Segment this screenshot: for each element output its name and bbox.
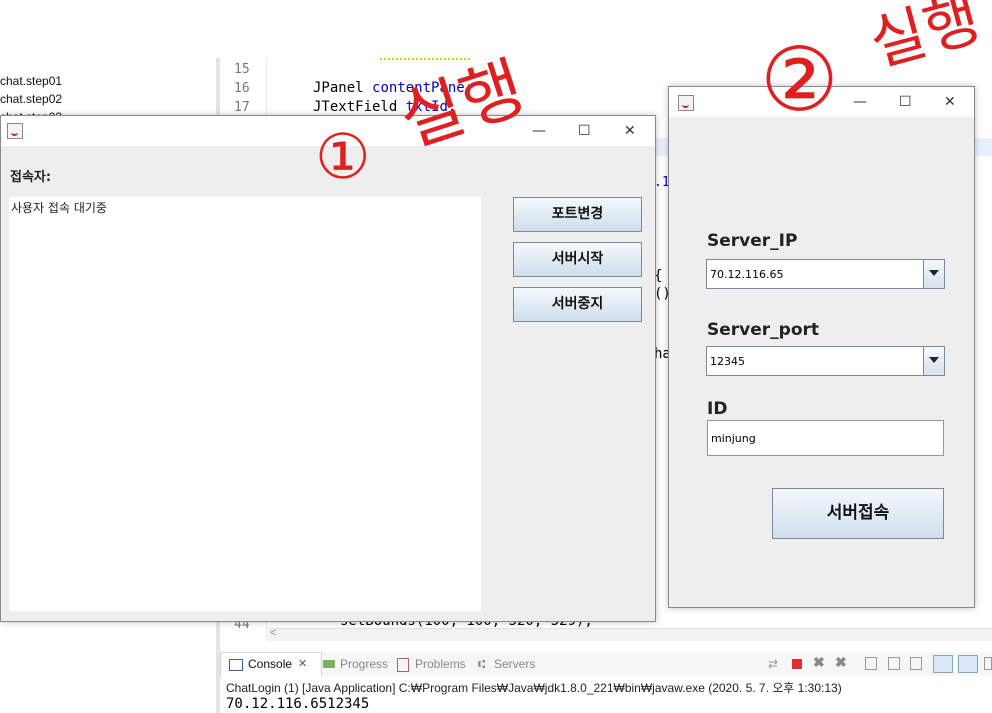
close-icon[interactable]: ✕ xyxy=(624,124,636,138)
remove-launch-icon[interactable]: ✖ xyxy=(813,654,826,670)
progress-icon xyxy=(323,660,335,668)
tab-problems[interactable]: Problems xyxy=(415,657,466,671)
console-tabbar: Console ✕ Progress Problems ⑆ Servers ⇄ … xyxy=(220,652,992,677)
code-type: JPanel xyxy=(313,80,364,96)
tab-console-label: Console xyxy=(248,657,293,671)
tab-progress[interactable]: Progress xyxy=(340,657,388,671)
id-label: ID xyxy=(707,399,728,419)
maximize-icon[interactable]: ☐ xyxy=(578,124,591,138)
connected-users-label: 접속자: xyxy=(10,170,52,185)
servers-icon: ⑆ xyxy=(478,657,486,671)
line-number: 16 xyxy=(234,81,250,96)
problems-icon xyxy=(397,658,409,672)
package-item[interactable]: chat.step02 xyxy=(0,92,62,106)
maximize-icon[interactable]: ☐ xyxy=(899,95,912,109)
link-icon[interactable]: ⇄ xyxy=(768,657,781,671)
console-output: 70.12.116.6512345 xyxy=(226,696,370,712)
java-app-icon xyxy=(7,123,23,139)
id-value: minjung xyxy=(711,432,756,445)
server-port-combo[interactable]: 12345 xyxy=(706,346,945,376)
start-server-button[interactable]: 서버시작 xyxy=(513,242,642,277)
minimize-icon[interactable]: — xyxy=(532,124,546,138)
annotation-number-1: ① xyxy=(315,120,371,193)
line-number: 15 xyxy=(234,62,250,77)
horizontal-scrollbar[interactable]: < xyxy=(268,627,992,641)
java-app-icon xyxy=(678,95,694,111)
id-input[interactable]: minjung xyxy=(707,420,944,456)
close-icon[interactable]: ✕ xyxy=(944,95,956,109)
tab-console[interactable]: Console ✕ xyxy=(220,652,322,677)
remove-all-icon[interactable]: ✖ xyxy=(835,654,848,670)
minimize-icon[interactable]: — xyxy=(853,95,867,109)
package-item[interactable]: chat.step01 xyxy=(0,74,62,88)
clear-console-icon[interactable] xyxy=(865,657,877,670)
line-number: 17 xyxy=(234,100,250,115)
scroll-left-icon[interactable]: < xyxy=(270,627,276,639)
launch-info: ChatLogin (1) [Java Application] C:₩Prog… xyxy=(226,681,842,695)
server-port-value: 12345 xyxy=(710,355,745,368)
stop-server-button[interactable]: 서버중지 xyxy=(513,287,642,322)
login-window: — ☐ ✕ Server_IP 70.12.116.65 Server_port… xyxy=(668,86,975,608)
server-ip-combo[interactable]: 70.12.116.65 xyxy=(706,259,945,289)
view-menu-icon[interactable] xyxy=(984,657,992,670)
connect-server-button[interactable]: 서버접속 xyxy=(772,488,944,539)
log-text: 사용자 접속 대기중 xyxy=(11,201,107,215)
tab-servers[interactable]: Servers xyxy=(494,657,535,671)
word-wrap-icon[interactable] xyxy=(910,657,922,670)
highlight-mark xyxy=(380,58,470,62)
console-icon xyxy=(229,659,243,671)
chevron-down-icon[interactable] xyxy=(923,260,944,288)
show-stdout-icon[interactable] xyxy=(933,655,953,673)
show-stderr-icon[interactable] xyxy=(958,655,978,673)
server-port-label: Server_port xyxy=(707,320,820,340)
server-ip-value: 70.12.116.65 xyxy=(710,268,784,281)
chevron-down-icon[interactable] xyxy=(923,347,944,375)
annotation-number-2: ② xyxy=(760,28,839,131)
log-textarea[interactable]: 사용자 접속 대기중 xyxy=(9,197,481,611)
scroll-lock-icon[interactable] xyxy=(888,657,900,670)
server-ip-label: Server_IP xyxy=(707,231,798,251)
close-icon[interactable]: ✕ xyxy=(298,657,307,670)
change-port-button[interactable]: 포트변경 xyxy=(513,197,642,232)
code-type: JTextField xyxy=(313,99,398,115)
terminate-icon[interactable] xyxy=(792,659,802,669)
